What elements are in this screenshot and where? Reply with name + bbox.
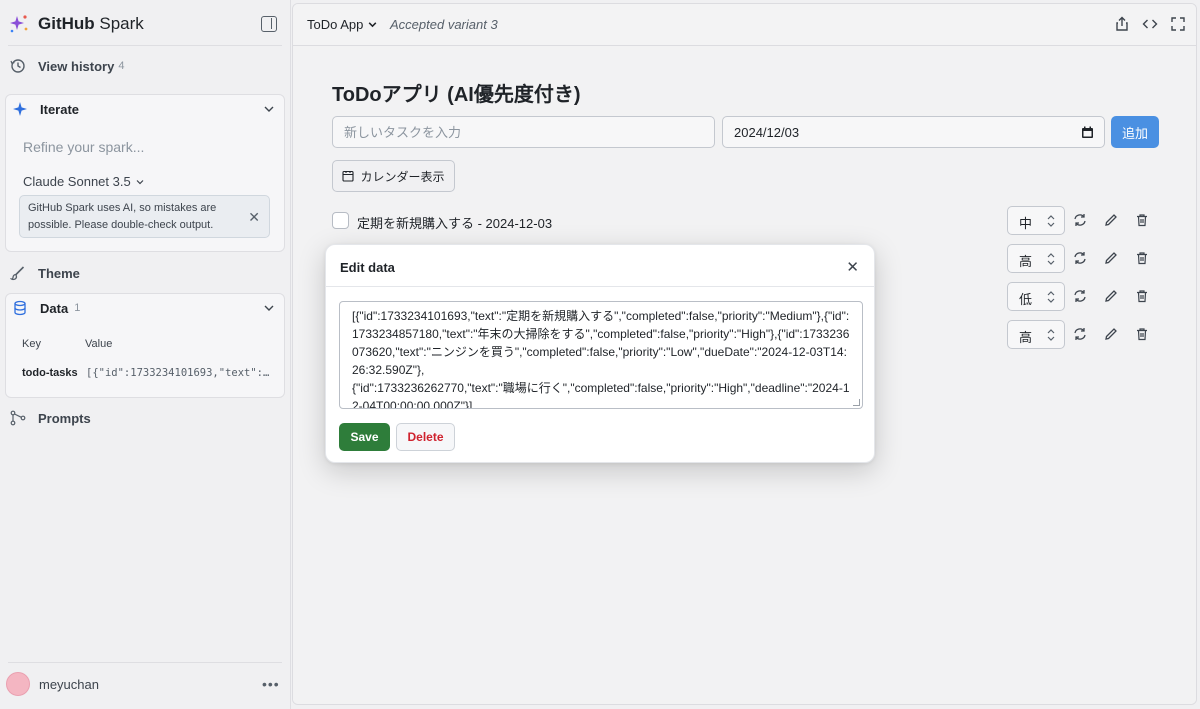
pencil-icon[interactable] xyxy=(1104,327,1118,341)
spark-logo-icon xyxy=(10,15,28,33)
share-icon[interactable] xyxy=(1114,16,1130,32)
task-row: 定期を新規購入する - 2024-12-03 中 xyxy=(332,206,1162,235)
view-history-count: 4 xyxy=(118,60,125,72)
theme-link[interactable]: Theme xyxy=(10,265,80,281)
model-label: Claude Sonnet 3.5 xyxy=(23,174,131,189)
json-editor[interactable]: [{"id":1733234101693,"text":"定期を新規購入する",… xyxy=(339,301,863,409)
ai-notice: GitHub Spark uses AI, so mistakes are po… xyxy=(19,195,270,238)
json-content: [{"id":1733234101693,"text":"定期を新規購入する",… xyxy=(352,309,850,409)
pencil-icon[interactable] xyxy=(1104,251,1118,265)
priority-select[interactable]: 高 xyxy=(1007,320,1065,349)
theme-label: Theme xyxy=(38,265,80,281)
view-history-label: View history xyxy=(38,58,115,74)
delete-button[interactable]: Delete xyxy=(396,423,455,451)
more-options-icon[interactable]: ••• xyxy=(262,676,280,692)
modal-header: Edit data ✕ xyxy=(326,245,874,287)
calendar-view-button[interactable]: カレンダー表示 xyxy=(332,160,455,192)
date-value: 2024/12/03 xyxy=(734,124,800,140)
divider xyxy=(8,662,282,663)
due-date-input[interactable]: 2024/12/03 xyxy=(722,116,1105,148)
app-heading: ToDoアプリ (AI優先度付き) xyxy=(332,84,581,106)
prompts-link[interactable]: Prompts xyxy=(10,410,91,426)
chevron-down-icon[interactable] xyxy=(262,102,276,116)
app-switcher[interactable]: ToDo App xyxy=(307,17,378,32)
priority-value: 中 xyxy=(1019,216,1033,231)
iterate-header[interactable]: Iterate xyxy=(6,95,284,123)
sidebar: GitHub Spark View history 4 Iterate Refi… xyxy=(0,0,291,709)
task-text: 定期を新規購入する - 2024-12-03 xyxy=(357,216,553,231)
chevron-down-icon[interactable] xyxy=(262,301,276,315)
data-row-value[interactable]: [{"id":1733234101693,"text":… xyxy=(86,367,276,379)
trash-icon[interactable] xyxy=(1135,213,1149,227)
save-button[interactable]: Save xyxy=(339,423,390,451)
refresh-icon[interactable] xyxy=(1073,327,1087,341)
data-count: 1 xyxy=(74,302,81,314)
fullscreen-icon[interactable] xyxy=(1170,16,1186,32)
ai-notice-text: GitHub Spark uses AI, so mistakes are po… xyxy=(28,202,217,231)
trash-icon[interactable] xyxy=(1135,251,1149,265)
database-icon xyxy=(14,300,26,316)
data-header[interactable]: Data 1 xyxy=(6,294,284,322)
app-name: ToDo App xyxy=(307,17,364,32)
model-selector[interactable]: Claude Sonnet 3.5 xyxy=(23,174,145,189)
col-key-header: Key xyxy=(22,338,41,350)
task-checkbox[interactable] xyxy=(332,212,349,229)
preview-topbar: ToDo App Accepted variant 3 xyxy=(293,4,1196,46)
pencil-icon[interactable] xyxy=(1104,289,1118,303)
user-profile[interactable]: meyuchan xyxy=(6,672,99,696)
add-task-button[interactable]: 追加 xyxy=(1111,116,1159,148)
view-history-link[interactable]: View history 4 xyxy=(10,58,124,74)
refresh-icon[interactable] xyxy=(1073,213,1087,227)
brush-icon xyxy=(10,266,25,281)
chevron-down-icon xyxy=(369,22,377,28)
pencil-icon[interactable] xyxy=(1104,213,1118,227)
priority-select[interactable]: 中 xyxy=(1007,206,1065,235)
trash-icon[interactable] xyxy=(1135,289,1149,303)
priority-value: 低 xyxy=(1019,292,1033,307)
priority-select[interactable]: 低 xyxy=(1007,282,1065,311)
resize-handle[interactable] xyxy=(853,399,860,406)
refresh-icon[interactable] xyxy=(1073,251,1087,265)
new-task-input[interactable] xyxy=(332,116,715,148)
modal-title: Edit data xyxy=(340,260,395,275)
edit-data-modal: Edit data ✕ [{"id":1733234101693,"text":… xyxy=(325,244,875,463)
calendar-view-label: カレンダー表示 xyxy=(360,169,445,184)
priority-value: 高 xyxy=(1019,330,1033,345)
divider xyxy=(8,45,282,46)
data-panel: Data 1 Key Value todo-tasks [{"id":17332… xyxy=(5,293,285,398)
updown-icon xyxy=(1047,215,1055,227)
topbar-actions xyxy=(1114,16,1186,32)
calendar-icon[interactable] xyxy=(1081,126,1094,139)
calendar-icon xyxy=(342,170,355,182)
variant-label: Accepted variant 3 xyxy=(390,17,498,32)
updown-icon xyxy=(1047,329,1055,341)
prompts-label: Prompts xyxy=(38,410,91,426)
updown-icon xyxy=(1047,291,1055,303)
iterate-label: Iterate xyxy=(40,101,80,117)
trash-icon[interactable] xyxy=(1135,327,1149,341)
priority-select[interactable]: 高 xyxy=(1007,244,1065,273)
priority-value: 高 xyxy=(1019,254,1033,269)
avatar xyxy=(6,672,30,696)
brand[interactable]: GitHub Spark xyxy=(8,12,144,36)
iterate-panel: Iterate Refine your spark... Claude Sonn… xyxy=(5,94,285,252)
data-label: Data xyxy=(40,300,69,316)
brand-name: GitHub Spark xyxy=(38,14,144,33)
close-icon[interactable]: ✕ xyxy=(248,209,260,226)
history-icon xyxy=(10,59,25,73)
user-name: meyuchan xyxy=(39,676,99,692)
updown-icon xyxy=(1047,253,1055,265)
refresh-icon[interactable] xyxy=(1073,289,1087,303)
sparkle-icon xyxy=(13,102,27,116)
chevron-down-icon xyxy=(136,179,144,184)
data-row-key[interactable]: todo-tasks xyxy=(22,367,78,379)
refine-input[interactable]: Refine your spark... xyxy=(23,139,144,155)
prompts-icon xyxy=(10,410,26,426)
col-value-header: Value xyxy=(85,338,113,350)
code-icon[interactable] xyxy=(1142,16,1158,32)
sidebar-toggle-icon[interactable] xyxy=(261,16,277,32)
close-icon[interactable]: ✕ xyxy=(846,258,859,276)
